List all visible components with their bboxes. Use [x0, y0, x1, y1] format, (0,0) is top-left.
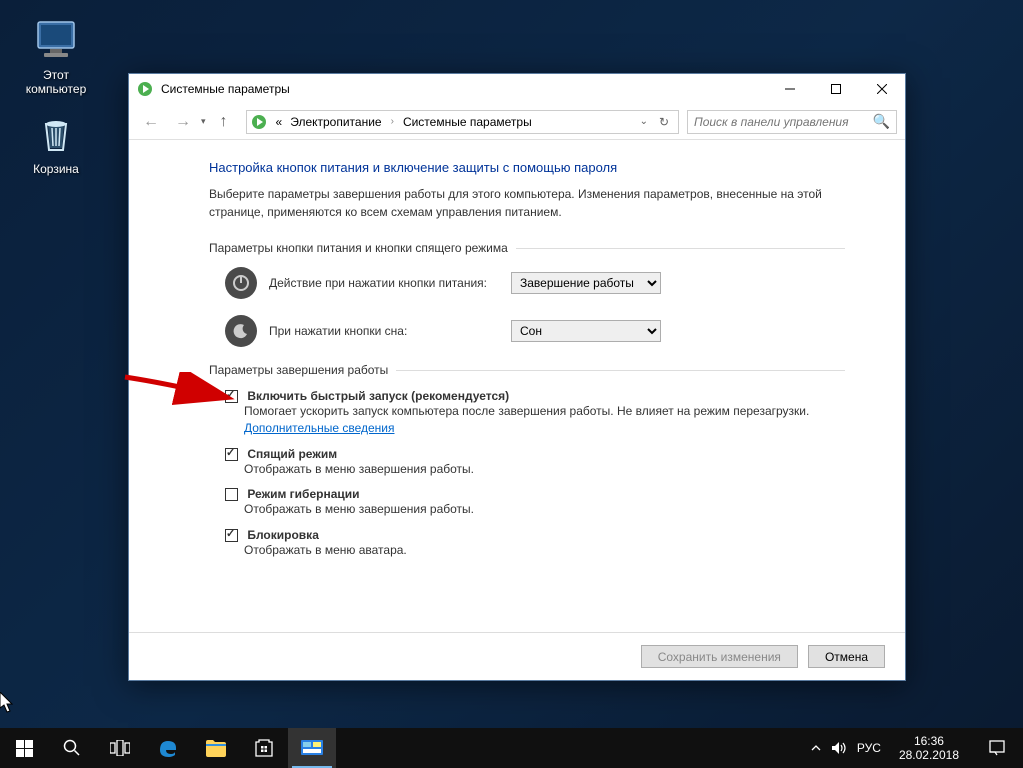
- sleep-button-row: При нажатии кнопки сна: Сон: [225, 315, 845, 347]
- mouse-cursor: [0, 692, 16, 719]
- annotation-arrow: [120, 372, 235, 421]
- edge-button[interactable]: [144, 728, 192, 768]
- volume-icon[interactable]: [831, 741, 847, 755]
- titlebar: Системные параметры: [129, 74, 905, 104]
- option-fast-startup: Включить быстрый запуск (рекомендуется) …: [225, 389, 845, 437]
- search-input[interactable]: [694, 115, 873, 129]
- clock[interactable]: 16:36 28.02.2018: [891, 734, 967, 763]
- breadcrumb-current[interactable]: Системные параметры: [400, 113, 535, 131]
- fast-startup-label: Включить быстрый запуск (рекомендуется): [247, 389, 509, 403]
- hibernate-desc: Отображать в меню завершения работы.: [244, 501, 845, 518]
- cancel-button[interactable]: Отмена: [808, 645, 885, 668]
- up-button[interactable]: ↑: [210, 108, 238, 136]
- refresh-button[interactable]: ↻: [654, 115, 674, 129]
- forward-button[interactable]: →: [169, 108, 197, 136]
- recycle-bin-icon: [32, 110, 80, 158]
- section-shutdown: Параметры завершения работы: [209, 363, 845, 377]
- task-view-button[interactable]: [96, 728, 144, 768]
- footer: Сохранить изменения Отмена: [129, 632, 905, 680]
- breadcrumb-prefix[interactable]: «: [273, 113, 286, 131]
- system-tray: РУС 16:36 28.02.2018: [811, 728, 1023, 768]
- page-subtitle: Выберите параметры завершения работы для…: [209, 185, 845, 221]
- option-hibernate: Режим гибернации Отображать в меню завер…: [225, 487, 845, 518]
- option-sleep: Спящий режим Отображать в меню завершени…: [225, 447, 845, 478]
- power-button-row: Действие при нажатии кнопки питания: Зав…: [225, 267, 845, 299]
- navbar: ← → ▾ ↑ « Электропитание › Системные пар…: [129, 104, 905, 140]
- more-info-link[interactable]: Дополнительные сведения: [244, 421, 394, 435]
- page-heading: Настройка кнопок питания и включение защ…: [209, 160, 845, 175]
- computer-icon: [32, 16, 80, 64]
- taskbar: РУС 16:36 28.02.2018: [0, 728, 1023, 768]
- power-button-select[interactable]: Завершение работы: [511, 272, 661, 294]
- explorer-button[interactable]: [192, 728, 240, 768]
- fast-startup-desc: Помогает ускорить запуск компьютера посл…: [244, 403, 845, 437]
- hibernate-checkbox[interactable]: [225, 488, 238, 501]
- desktop-icon-this-pc[interactable]: Этот компьютер: [18, 16, 94, 97]
- lock-checkbox[interactable]: [225, 529, 238, 542]
- language-indicator[interactable]: РУС: [857, 741, 881, 755]
- power-icon: [225, 267, 257, 299]
- minimize-button[interactable]: [767, 74, 813, 104]
- breadcrumb-parent[interactable]: Электропитание: [287, 113, 384, 131]
- save-button[interactable]: Сохранить изменения: [641, 645, 798, 668]
- back-button[interactable]: ←: [137, 108, 165, 136]
- breadcrumb[interactable]: « Электропитание › Системные параметры ⌄…: [246, 110, 679, 134]
- sleep-desc: Отображать в меню завершения работы.: [244, 461, 845, 478]
- close-button[interactable]: [859, 74, 905, 104]
- power-options-icon: [251, 114, 267, 130]
- search-icon[interactable]: 🔍: [873, 113, 890, 130]
- control-panel-taskbar-button[interactable]: [288, 728, 336, 768]
- desktop-icon-recycle-bin[interactable]: Корзина: [18, 110, 94, 176]
- search-button[interactable]: [48, 728, 96, 768]
- tray-chevron-up-icon[interactable]: [811, 743, 821, 753]
- content-area: Настройка кнопок питания и включение защ…: [129, 140, 905, 632]
- date-text: 28.02.2018: [899, 748, 959, 762]
- hibernate-label: Режим гибернации: [247, 487, 359, 501]
- sleep-checkbox[interactable]: [225, 448, 238, 461]
- power-button-label: Действие при нажатии кнопки питания:: [269, 276, 499, 290]
- option-lock: Блокировка Отображать в меню аватара.: [225, 528, 845, 559]
- sleep-icon: [225, 315, 257, 347]
- desktop-icon-label: Корзина: [18, 162, 94, 176]
- control-panel-icon: [137, 81, 153, 97]
- sleep-button-label: При нажатии кнопки сна:: [269, 324, 499, 338]
- sleep-button-select[interactable]: Сон: [511, 320, 661, 342]
- section-power-buttons: Параметры кнопки питания и кнопки спящег…: [209, 241, 845, 255]
- sleep-label: Спящий режим: [247, 447, 337, 461]
- search-box[interactable]: 🔍: [687, 110, 897, 134]
- start-button[interactable]: [0, 728, 48, 768]
- system-settings-window: Системные параметры ← → ▾ ↑ « Электропит…: [128, 73, 906, 681]
- breadcrumb-dropdown[interactable]: ⌄: [636, 116, 652, 127]
- lock-label: Блокировка: [247, 528, 319, 542]
- history-dropdown[interactable]: ▾: [201, 116, 206, 127]
- breadcrumb-separator: ›: [387, 116, 398, 127]
- notifications-button[interactable]: [977, 728, 1017, 768]
- time-text: 16:36: [899, 734, 959, 748]
- maximize-button[interactable]: [813, 74, 859, 104]
- window-title: Системные параметры: [161, 82, 767, 96]
- desktop-icon-label: Этот компьютер: [18, 68, 94, 97]
- store-button[interactable]: [240, 728, 288, 768]
- lock-desc: Отображать в меню аватара.: [244, 542, 845, 559]
